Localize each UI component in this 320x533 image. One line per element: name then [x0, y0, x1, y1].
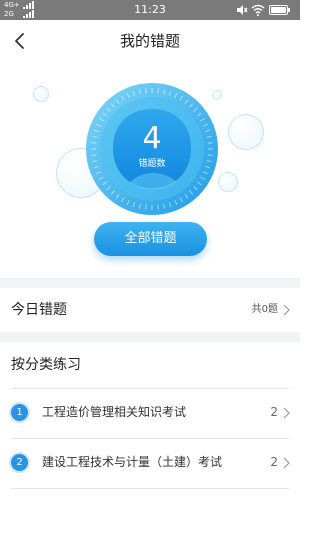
- today-errors-title: 今日错题: [11, 302, 67, 318]
- status-icons: [236, 3, 296, 17]
- chevron-right-icon: [283, 407, 290, 419]
- battery-icon: [269, 5, 290, 15]
- all-errors-button[interactable]: 全部错题: [94, 222, 207, 256]
- status-bar: 4G+ 2G 11:23: [0, 0, 300, 20]
- category-item[interactable]: 2 建设工程技术与计量（土建）考试 2: [0, 439, 300, 487]
- gauge-tick: [145, 204, 147, 210]
- category-item[interactable]: 1 工程造价管理相关知识考试 2: [0, 389, 300, 437]
- section-divider: [0, 278, 300, 288]
- gauge-tick: [145, 88, 147, 94]
- error-count-value: 4: [142, 121, 162, 156]
- gauge-tick: [157, 204, 159, 210]
- today-errors-row[interactable]: 今日错题 共0题: [0, 288, 300, 332]
- row-divider: [11, 488, 289, 489]
- category-name: 工程造价管理相关知识考试: [42, 405, 187, 419]
- decor-bubble: [33, 86, 49, 102]
- category-name: 建设工程技术与计量（土建）考试: [42, 455, 223, 469]
- mute-icon: [237, 5, 248, 15]
- page-title: 我的错题: [119, 32, 180, 50]
- category-index-badge: 2: [11, 454, 28, 471]
- section-divider: [0, 332, 300, 342]
- category-count: 2: [270, 405, 278, 419]
- error-count-gauge: 4 错题数: [85, 82, 219, 216]
- chevron-right-icon: [283, 457, 290, 469]
- decor-bubble: [218, 172, 238, 192]
- error-count-label: 错题数: [138, 159, 166, 169]
- chevron-right-icon: [283, 304, 290, 316]
- category-index-badge: 1: [11, 404, 28, 421]
- wifi-icon: [251, 4, 265, 16]
- category-count: 2: [270, 455, 278, 469]
- decor-bubble: [228, 114, 264, 150]
- today-errors-count: 共0题: [251, 304, 278, 315]
- summary-panel: 4 错题数 全部错题: [0, 62, 300, 278]
- category-section-title: 按分类练习: [11, 357, 81, 373]
- gauge-tick: [157, 88, 159, 94]
- nav-bar: 我的错题: [0, 20, 300, 62]
